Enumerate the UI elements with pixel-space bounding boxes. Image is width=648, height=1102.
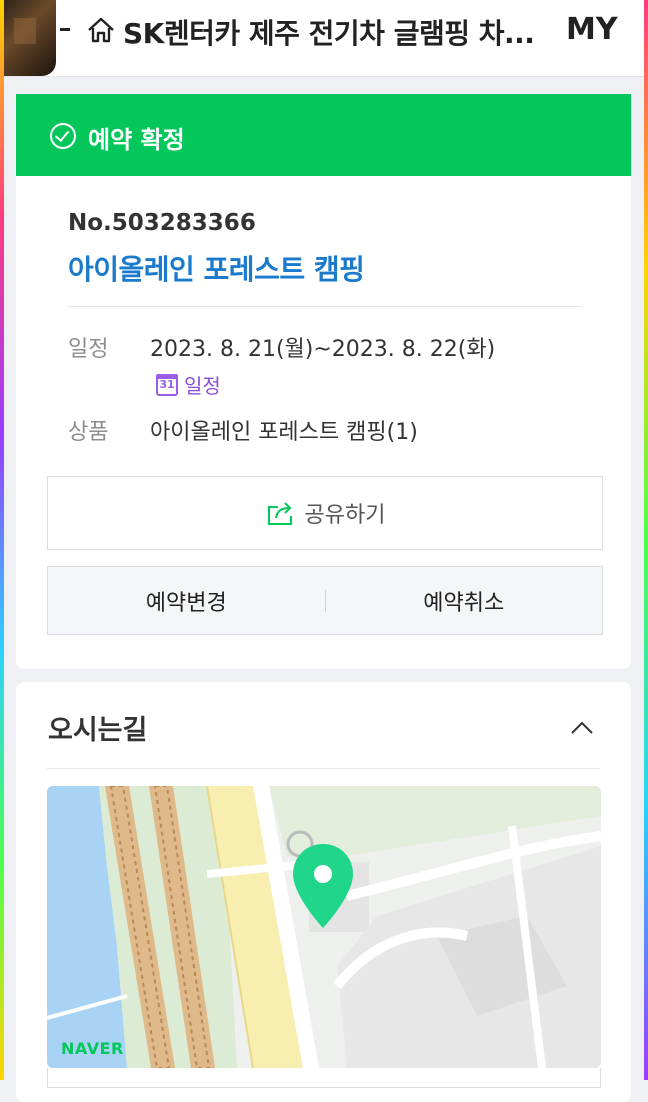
product-value: 아이올레인 포레스트 캠핑(1) bbox=[150, 420, 418, 445]
reservation-actions: 예약변경 예약취소 bbox=[47, 566, 603, 635]
home-icon[interactable] bbox=[85, 14, 117, 46]
cancel-reservation-button[interactable]: 예약취소 bbox=[326, 585, 603, 617]
reservation-place-name[interactable]: 아이올레인 포레스트 캠핑 bbox=[68, 248, 365, 288]
reservation-card: No.503283366 아이올레인 포레스트 캠핑 일정 2023. 8. 2… bbox=[16, 176, 631, 669]
screen-edge-right bbox=[644, 0, 648, 1080]
app-thumbnail[interactable] bbox=[0, 0, 56, 76]
share-button[interactable]: 공유하기 bbox=[47, 476, 603, 550]
reservation-number: No.503283366 bbox=[68, 210, 256, 236]
map-tiles bbox=[47, 786, 601, 1068]
schedule-value: 2023. 8. 21(월)~2023. 8. 22(화) bbox=[150, 337, 496, 362]
back-icon[interactable] bbox=[60, 28, 70, 31]
divider bbox=[68, 306, 582, 307]
reservation-status-banner: 예약 확정 bbox=[16, 94, 631, 176]
change-reservation-button[interactable]: 예약변경 bbox=[48, 585, 325, 617]
status-label: 예약 확정 bbox=[88, 126, 185, 154]
add-to-calendar-link[interactable]: 31 일정 bbox=[156, 370, 221, 399]
share-label: 공유하기 bbox=[304, 503, 386, 528]
page-title: SK렌터카 제주 전기차 글램핑 차... bbox=[123, 17, 535, 50]
share-icon bbox=[267, 502, 292, 525]
location-map[interactable]: NAVER bbox=[47, 786, 601, 1068]
directions-title: 오시는길 bbox=[48, 715, 148, 746]
divider bbox=[47, 768, 600, 769]
directions-card: 오시는길 NAVER bbox=[16, 682, 631, 1102]
calendar-icon: 31 bbox=[156, 373, 178, 396]
product-label: 상품 bbox=[68, 420, 109, 445]
schedule-label: 일정 bbox=[68, 337, 109, 362]
my-button[interactable]: MY bbox=[566, 12, 618, 47]
top-nav-bar: SK렌터카 제주 전기차 글램핑 차... MY bbox=[0, 0, 648, 77]
chevron-up-icon[interactable] bbox=[570, 716, 594, 740]
map-footer-tabs bbox=[47, 1068, 601, 1088]
naver-map-logo: NAVER bbox=[61, 1039, 124, 1058]
screen-edge-left bbox=[0, 0, 4, 1080]
check-circle-icon bbox=[50, 123, 76, 149]
calendar-link-label: 일정 bbox=[184, 374, 221, 398]
